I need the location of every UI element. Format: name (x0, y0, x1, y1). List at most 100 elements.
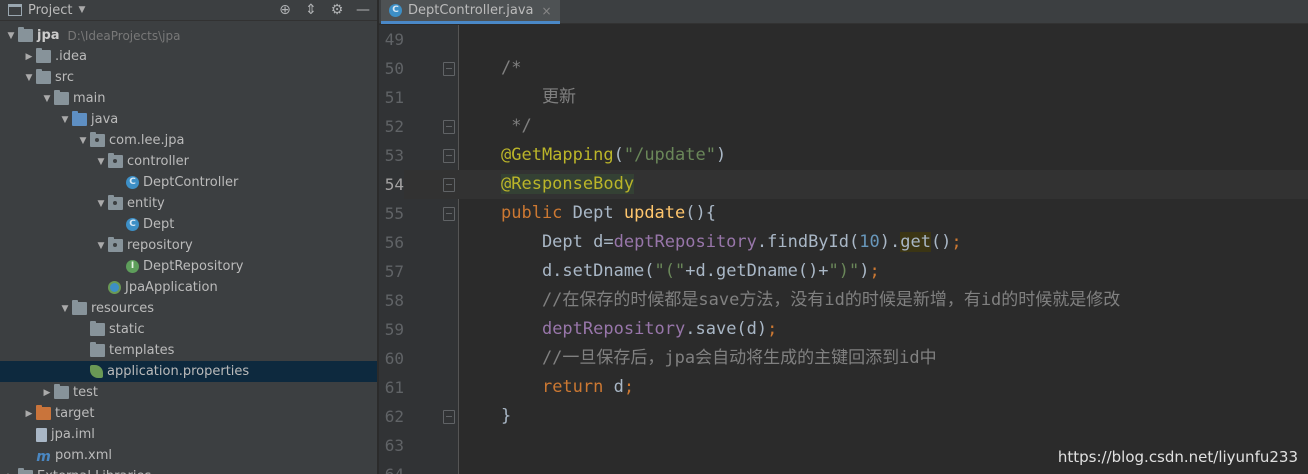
code-text: Dept d=deptRepository.findById(10).get()… (501, 228, 962, 257)
fold-marker-icon[interactable] (443, 178, 455, 192)
code-token: 10 (859, 232, 880, 252)
code-token: (){ (685, 203, 716, 223)
code-line[interactable]: 57 d.setDname("("+d.getDname()+")"); (379, 257, 1308, 286)
tree-item[interactable]: • application.properties (0, 361, 377, 382)
interface-icon: I (126, 260, 139, 273)
tree-item[interactable]: ▼ controller (0, 151, 377, 172)
tree-item[interactable]: ▼ repository (0, 235, 377, 256)
close-icon[interactable]: × (541, 4, 551, 18)
tree-item-label: main (73, 91, 106, 106)
line-number: 53 (384, 146, 404, 165)
tree-item[interactable]: •C Dept (0, 214, 377, 235)
tree-item[interactable]: ▼ main (0, 88, 377, 109)
tree-item-label: resources (91, 301, 155, 316)
fold-marker-icon[interactable] (443, 120, 455, 134)
fold-marker-icon[interactable] (443, 207, 455, 221)
tree-item[interactable]: ▶External Libraries (0, 466, 377, 474)
tree-item-label: pom.xml (55, 448, 112, 463)
line-number: 54 (379, 170, 404, 199)
code-line[interactable]: 52 */ (379, 112, 1308, 141)
tab-deptcontroller[interactable]: C DeptController.java × (381, 0, 560, 24)
tree-item-path: D:\IdeaProjects\jpa (67, 28, 181, 43)
code-line[interactable]: 62} (379, 402, 1308, 431)
chevron-down-icon[interactable]: ▼ (94, 199, 108, 209)
code-token: ; (951, 232, 962, 252)
tree-item-label: DeptRepository (143, 259, 244, 274)
chevron-right-icon[interactable]: ▶ (40, 388, 54, 398)
tree-item-label: Dept (143, 217, 175, 232)
chevron-down-icon[interactable]: ▼ (58, 304, 72, 314)
project-panel-title[interactable]: Project (28, 3, 72, 18)
code-line[interactable]: 60 //一旦保存后，jpa会自动将生成的主键回添到id中 (379, 344, 1308, 373)
tree-item[interactable]: • jpa.iml (0, 424, 377, 445)
gear-icon[interactable]: ⚙ (329, 1, 345, 20)
chevron-down-icon[interactable]: ▼ (78, 5, 85, 15)
code-token: "/update" (623, 145, 716, 165)
code-token: ; (767, 319, 778, 339)
code-token: @ResponseBody (501, 174, 635, 194)
code-line[interactable]: 58 //在保存的时候都是save方法，没有id的时候是新增，有id的时候就是修… (379, 286, 1308, 315)
hide-panel-icon[interactable]: — (355, 1, 371, 20)
fold-marker-icon[interactable] (443, 410, 455, 424)
tree-item[interactable]: ▼ resources (0, 298, 377, 319)
chevron-down-icon[interactable]: ▼ (40, 94, 54, 104)
tree-item[interactable]: •I DeptRepository (0, 256, 377, 277)
code-token: ( (613, 145, 624, 165)
code-line[interactable]: 50 /* (379, 54, 1308, 83)
fold-marker-icon[interactable] (443, 62, 455, 76)
tree-item[interactable]: ▶ .idea (0, 46, 377, 67)
project-tree: ▼ jpa D:\IdeaProjects\jpa ▶ .idea ▼ src ▼ main ▼ j… (0, 25, 377, 474)
chevron-down-icon[interactable]: ▼ (22, 73, 36, 83)
tree-item[interactable]: ▼ jpa D:\IdeaProjects\jpa (0, 25, 377, 46)
tree-item[interactable]: ▼ src (0, 67, 377, 88)
tree-item[interactable]: • templates (0, 340, 377, 361)
tree-item[interactable]: ▶ test (0, 382, 377, 403)
line-number: 62 (384, 407, 404, 426)
tree-item-label: target (55, 406, 95, 421)
libraries-icon (18, 468, 33, 474)
line-number: 58 (384, 291, 404, 310)
code-token: //一旦保存后，jpa会自动将生成的主键回添到id中 (501, 348, 937, 368)
tree-item[interactable]: • static (0, 319, 377, 340)
code-text: return d; (501, 373, 634, 402)
line-number: 59 (384, 320, 404, 339)
tree-item-label: java (91, 112, 119, 127)
code-line[interactable]: 53 @GetMapping("/update") (379, 141, 1308, 170)
locate-target-icon[interactable]: ⊕ (277, 1, 293, 20)
tree-item[interactable]: ▼ entity (0, 193, 377, 214)
code-token: /* (501, 58, 522, 78)
code-line[interactable]: 61 return d; (379, 373, 1308, 402)
collapse-all-icon[interactable]: ⇕ (303, 1, 319, 20)
chevron-down-icon[interactable]: ▼ (76, 136, 90, 146)
tree-item-label: templates (109, 343, 175, 358)
code-text: d.setDname("("+d.getDname()+")"); (501, 257, 880, 286)
tree-item[interactable]: • JpaApplication (0, 277, 377, 298)
tree-item-label: JpaApplication (125, 280, 218, 295)
tree-item[interactable]: •C DeptController (0, 172, 377, 193)
tree-item-label: jpa.iml (51, 427, 95, 442)
chevron-down-icon[interactable]: ▼ (58, 115, 72, 125)
tree-item[interactable]: •m pom.xml (0, 445, 377, 466)
code-token: +d.getDname()+ (685, 261, 829, 281)
fold-marker-icon[interactable] (443, 149, 455, 163)
module-folder-icon (18, 27, 33, 42)
code-line[interactable]: 55 public Dept update(){ (379, 199, 1308, 228)
code-line[interactable]: 54 @ResponseBody (379, 170, 1308, 199)
code-token: d (613, 377, 624, 397)
code-token: update (623, 203, 686, 223)
code-line[interactable]: 56 Dept d=deptRepository.findById(10).ge… (379, 228, 1308, 257)
chevron-right-icon[interactable]: ▶ (22, 52, 36, 62)
chevron-down-icon[interactable]: ▼ (4, 31, 18, 41)
tree-item[interactable]: ▶ target (0, 403, 377, 424)
code-line[interactable]: 49 (379, 25, 1308, 54)
code-line[interactable]: 51 更新 (379, 83, 1308, 112)
chevron-down-icon[interactable]: ▼ (94, 241, 108, 251)
tree-item[interactable]: ▼ com.lee.jpa (0, 130, 377, 151)
code-line[interactable]: 59 deptRepository.save(d); (379, 315, 1308, 344)
chevron-right-icon[interactable]: ▶ (22, 409, 36, 419)
tree-item[interactable]: ▼ java (0, 109, 377, 130)
code-area[interactable]: 49 50/* 51 更新 52 */53 @GetMapping("/update")… (379, 25, 1308, 474)
tree-item-label: jpa (37, 28, 60, 43)
chevron-down-icon[interactable]: ▼ (94, 157, 108, 167)
iml-file-icon (36, 427, 47, 442)
